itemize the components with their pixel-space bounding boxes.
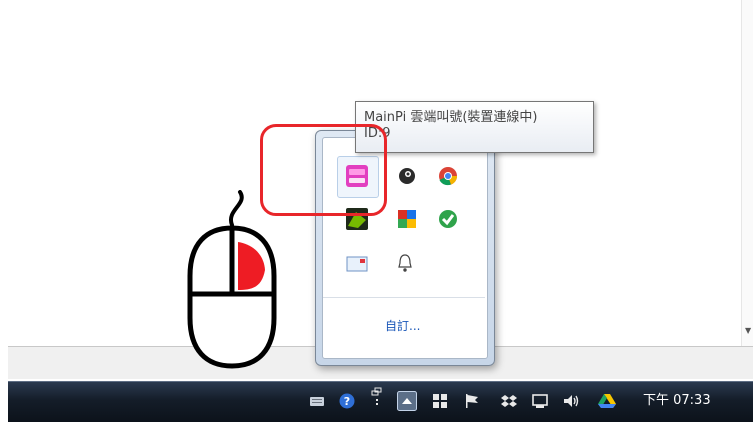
mail-icon[interactable] bbox=[346, 253, 368, 275]
green-check-icon[interactable] bbox=[437, 208, 459, 230]
device-icon[interactable] bbox=[532, 393, 548, 409]
svg-text:?: ? bbox=[344, 395, 350, 408]
panel-divider bbox=[323, 297, 485, 298]
volume-icon[interactable] bbox=[563, 393, 579, 409]
google-drive-icon[interactable] bbox=[597, 393, 617, 409]
help-icon[interactable]: ? bbox=[339, 393, 355, 409]
chrome-icon[interactable] bbox=[437, 165, 459, 187]
scroll-down-arrow[interactable]: ▼ bbox=[745, 326, 751, 335]
bell-icon[interactable] bbox=[394, 252, 416, 274]
windows-flag-icon[interactable] bbox=[432, 393, 448, 409]
vertical-scrollbar[interactable] bbox=[741, 0, 753, 346]
tooltip-title: MainPi 雲端叫號(裝置連線中) bbox=[364, 110, 538, 125]
keyboard-icon[interactable] bbox=[309, 393, 325, 409]
colorful-squares-icon[interactable] bbox=[396, 208, 418, 230]
dropbox-icon[interactable] bbox=[501, 393, 517, 409]
right-click-mouse-icon bbox=[187, 190, 277, 369]
show-hidden-icons-arrow[interactable] bbox=[397, 391, 417, 411]
customize-link[interactable]: 自訂... bbox=[385, 317, 420, 334]
action-center-flag-icon[interactable] bbox=[464, 393, 480, 409]
clock[interactable]: 下午 07:33 bbox=[643, 393, 711, 409]
network-icon[interactable] bbox=[370, 387, 386, 405]
steam-icon[interactable] bbox=[396, 165, 418, 187]
tray-tooltip: MainPi 雲端叫號(裝置連線中) ID:9 bbox=[355, 101, 594, 153]
